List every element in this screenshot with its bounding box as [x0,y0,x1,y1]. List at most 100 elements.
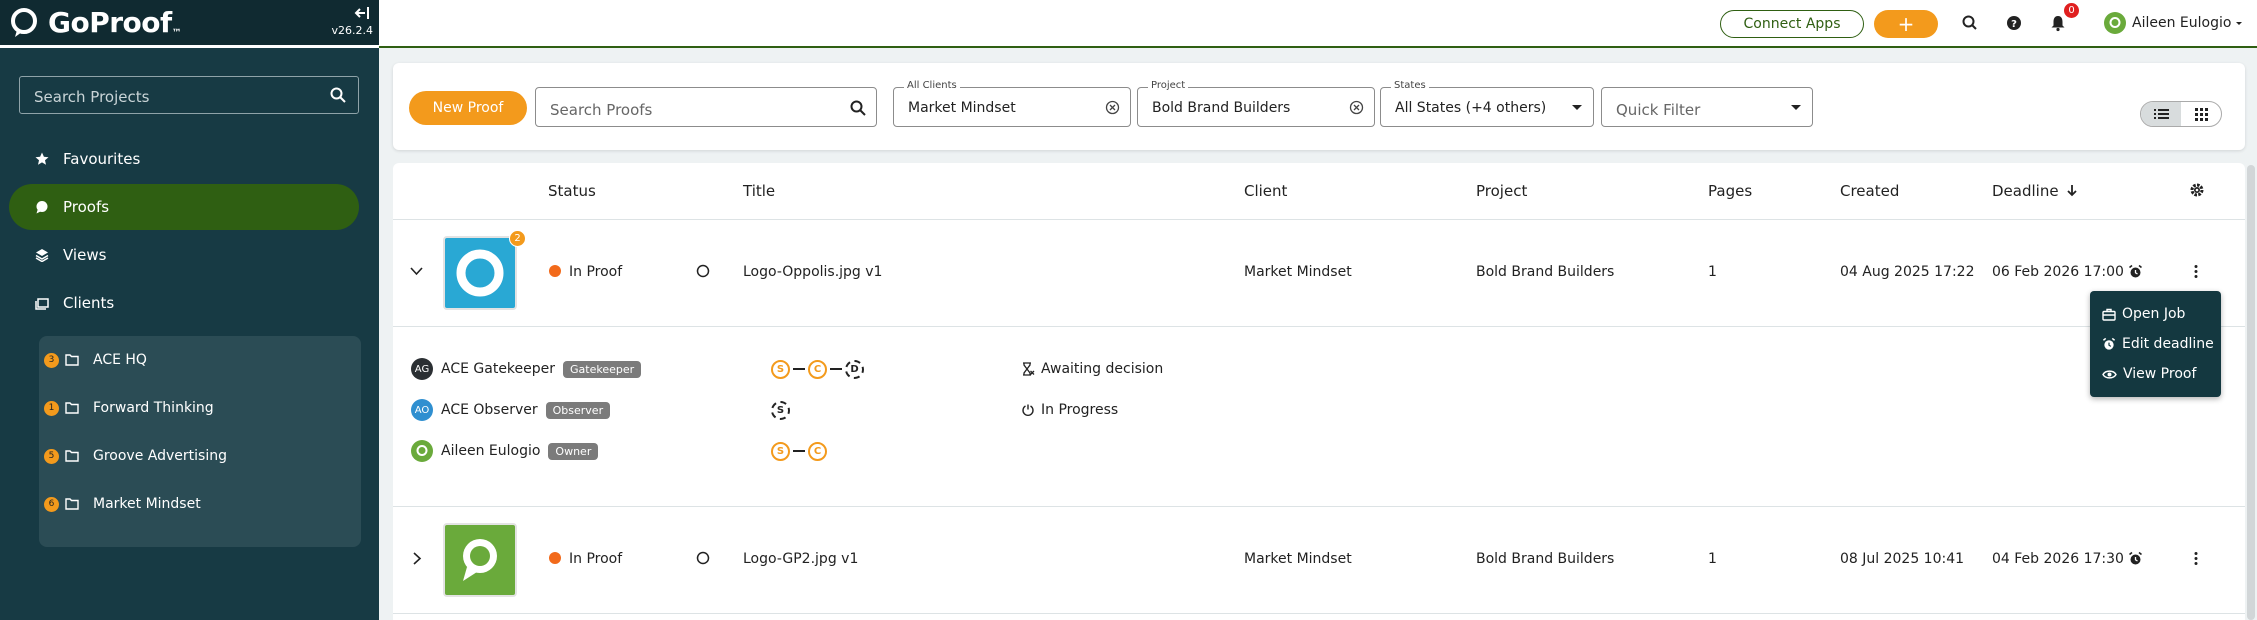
chevron-down-icon[interactable] [410,267,423,276]
alarm-clock-icon[interactable] [2128,264,2143,279]
states-filter-select[interactable]: States All States (+4 others) [1380,80,1594,127]
alarm-clock-icon[interactable] [2128,551,2143,566]
star-icon [35,152,49,165]
column-title[interactable]: Title [743,182,775,200]
circle-outline-icon[interactable] [696,551,710,565]
column-project[interactable]: Project [1476,182,1527,200]
title-cell[interactable]: Logo-GP2.jpg v1 [743,551,858,567]
column-status[interactable]: Status [548,182,596,200]
status-dot [549,265,561,277]
role-badge: Observer [545,401,611,419]
grid-icon [2194,107,2208,121]
user-menu[interactable]: Aileen Eulogio [2104,12,2244,34]
step-badge: S [771,400,790,420]
goproof-logo-icon [11,8,37,37]
dropdown-arrow-icon [1791,105,1801,110]
table-header: Status Title Client Project Pages Create… [393,163,2245,220]
participant-item: AG ACE Gatekeeper Gatekeeper [411,356,642,382]
clients-filter-field[interactable]: All Clients Market Mindset [893,80,1131,127]
pages-cell: 1 [1708,264,1717,280]
dropdown-arrow-icon [1572,105,1582,110]
title-cell[interactable]: Logo-Oppolis.jpg v1 [743,264,882,280]
participant-status: In Progress [1021,397,1118,423]
step-badge: D [845,359,864,379]
goproof-avatar-icon [416,445,428,456]
project-cell: Bold Brand Builders [1476,551,1615,567]
proofs-table: Status Title Client Project Pages Create… [393,163,2245,620]
status-cell: In Proof [549,264,622,280]
brand-bar: GoProof™ v26.2.4 [0,0,379,48]
open-job-menu-item[interactable]: Open Job [2090,299,2221,329]
chevron-right-icon[interactable] [413,552,422,565]
more-vertical-icon[interactable] [2193,551,2199,566]
user-name: Aileen Eulogio [2132,15,2232,31]
create-plus-button[interactable]: + [1874,10,1938,38]
participant-avatar [411,440,433,462]
quick-filter-select[interactable]: Quick Filter [1601,87,1813,127]
bell-icon[interactable] [2048,13,2068,33]
workflow-steps: S [771,397,790,423]
column-deadline[interactable]: Deadline [1992,182,2078,200]
view-proof-menu-item[interactable]: View Proof [2090,359,2221,389]
deadline-cell: 04 Feb 2026 17:30 [1992,551,2124,567]
grid-view-button[interactable] [2181,102,2221,126]
clear-icon[interactable] [1105,100,1120,115]
client-cell: Market Mindset [1244,551,1352,567]
view-mode-toggle [2140,101,2222,127]
clear-icon[interactable] [1349,100,1364,115]
created-cell: 08 Jul 2025 10:41 [1840,551,1965,567]
notification-count-badge: 0 [2064,3,2079,18]
status-cell: In Proof [549,551,622,567]
search-proofs-input[interactable]: Search Proofs [535,87,877,127]
participant-item: AO ACE Observer Observer [411,397,611,423]
column-client[interactable]: Client [1244,182,1287,200]
list-view-button[interactable] [2141,102,2181,126]
folder-icon [65,450,79,462]
table-row[interactable]: 2 In Proof Logo-Oppolis.jpg v1 Market Mi… [393,220,2245,327]
nav-item-favourites[interactable]: Favourites [9,136,359,182]
folder-icon [65,498,79,510]
sort-down-arrow-icon [2067,185,2077,197]
column-pages[interactable]: Pages [1708,182,1752,200]
column-created[interactable]: Created [1840,182,1899,200]
nav-item-views[interactable]: Views [9,232,359,278]
list-icon [2153,109,2169,119]
alarm-clock-icon [2102,337,2116,350]
connect-apps-button[interactable]: Connect Apps [1720,10,1864,38]
count-badge: 3 [44,352,59,368]
table-row[interactable]: In Proof Logo-GP2.jpg v1 Market Mindset … [393,507,2245,614]
help-icon[interactable]: ? [2004,13,2024,33]
role-badge: Owner [548,442,599,460]
client-item-forward-thinking[interactable]: 1 Forward Thinking [39,393,361,423]
nav-item-proofs[interactable]: Proofs [9,184,359,230]
participant-name: ACE Gatekeeper [441,361,556,377]
client-item-groove-advertising[interactable]: 5 Groove Advertising [39,441,361,471]
gear-icon[interactable] [2189,182,2205,198]
participant-item: Aileen Eulogio Owner [411,438,599,464]
edit-deadline-menu-item[interactable]: Edit deadline [2090,329,2221,359]
circle-outline-icon[interactable] [696,264,710,278]
scrollbar-thumb[interactable] [2247,165,2255,620]
new-proof-button[interactable]: New Proof [409,91,527,125]
client-item-ace-hq[interactable]: 3 ACE HQ [39,345,361,375]
app-logo[interactable]: GoProof™ [48,6,182,39]
participant-name: ACE Observer [441,402,538,418]
search-projects-input[interactable]: Search Projects [19,76,359,114]
project-filter-field[interactable]: Project Bold Brand Builders [1137,80,1375,127]
collapse-sidebar-icon[interactable] [352,6,370,20]
client-cell: Market Mindset [1244,264,1352,280]
goproof-avatar-icon [2109,17,2121,28]
layers-icon [35,249,49,262]
client-item-market-mindset[interactable]: 6 Market Mindset [39,489,361,519]
step-badge: C [808,441,827,461]
proof-thumbnail[interactable] [443,523,517,597]
app-version: v26.2.4 [331,24,374,37]
participant-name: Aileen Eulogio [441,443,541,459]
search-icon[interactable] [1960,13,1980,33]
more-vertical-icon[interactable] [2193,264,2199,279]
svg-text:?: ? [2011,19,2017,30]
proof-thumbnail[interactable] [443,236,517,310]
search-icon [330,87,346,103]
nav-item-clients[interactable]: Clients [9,280,359,326]
step-badge: S [771,359,790,379]
